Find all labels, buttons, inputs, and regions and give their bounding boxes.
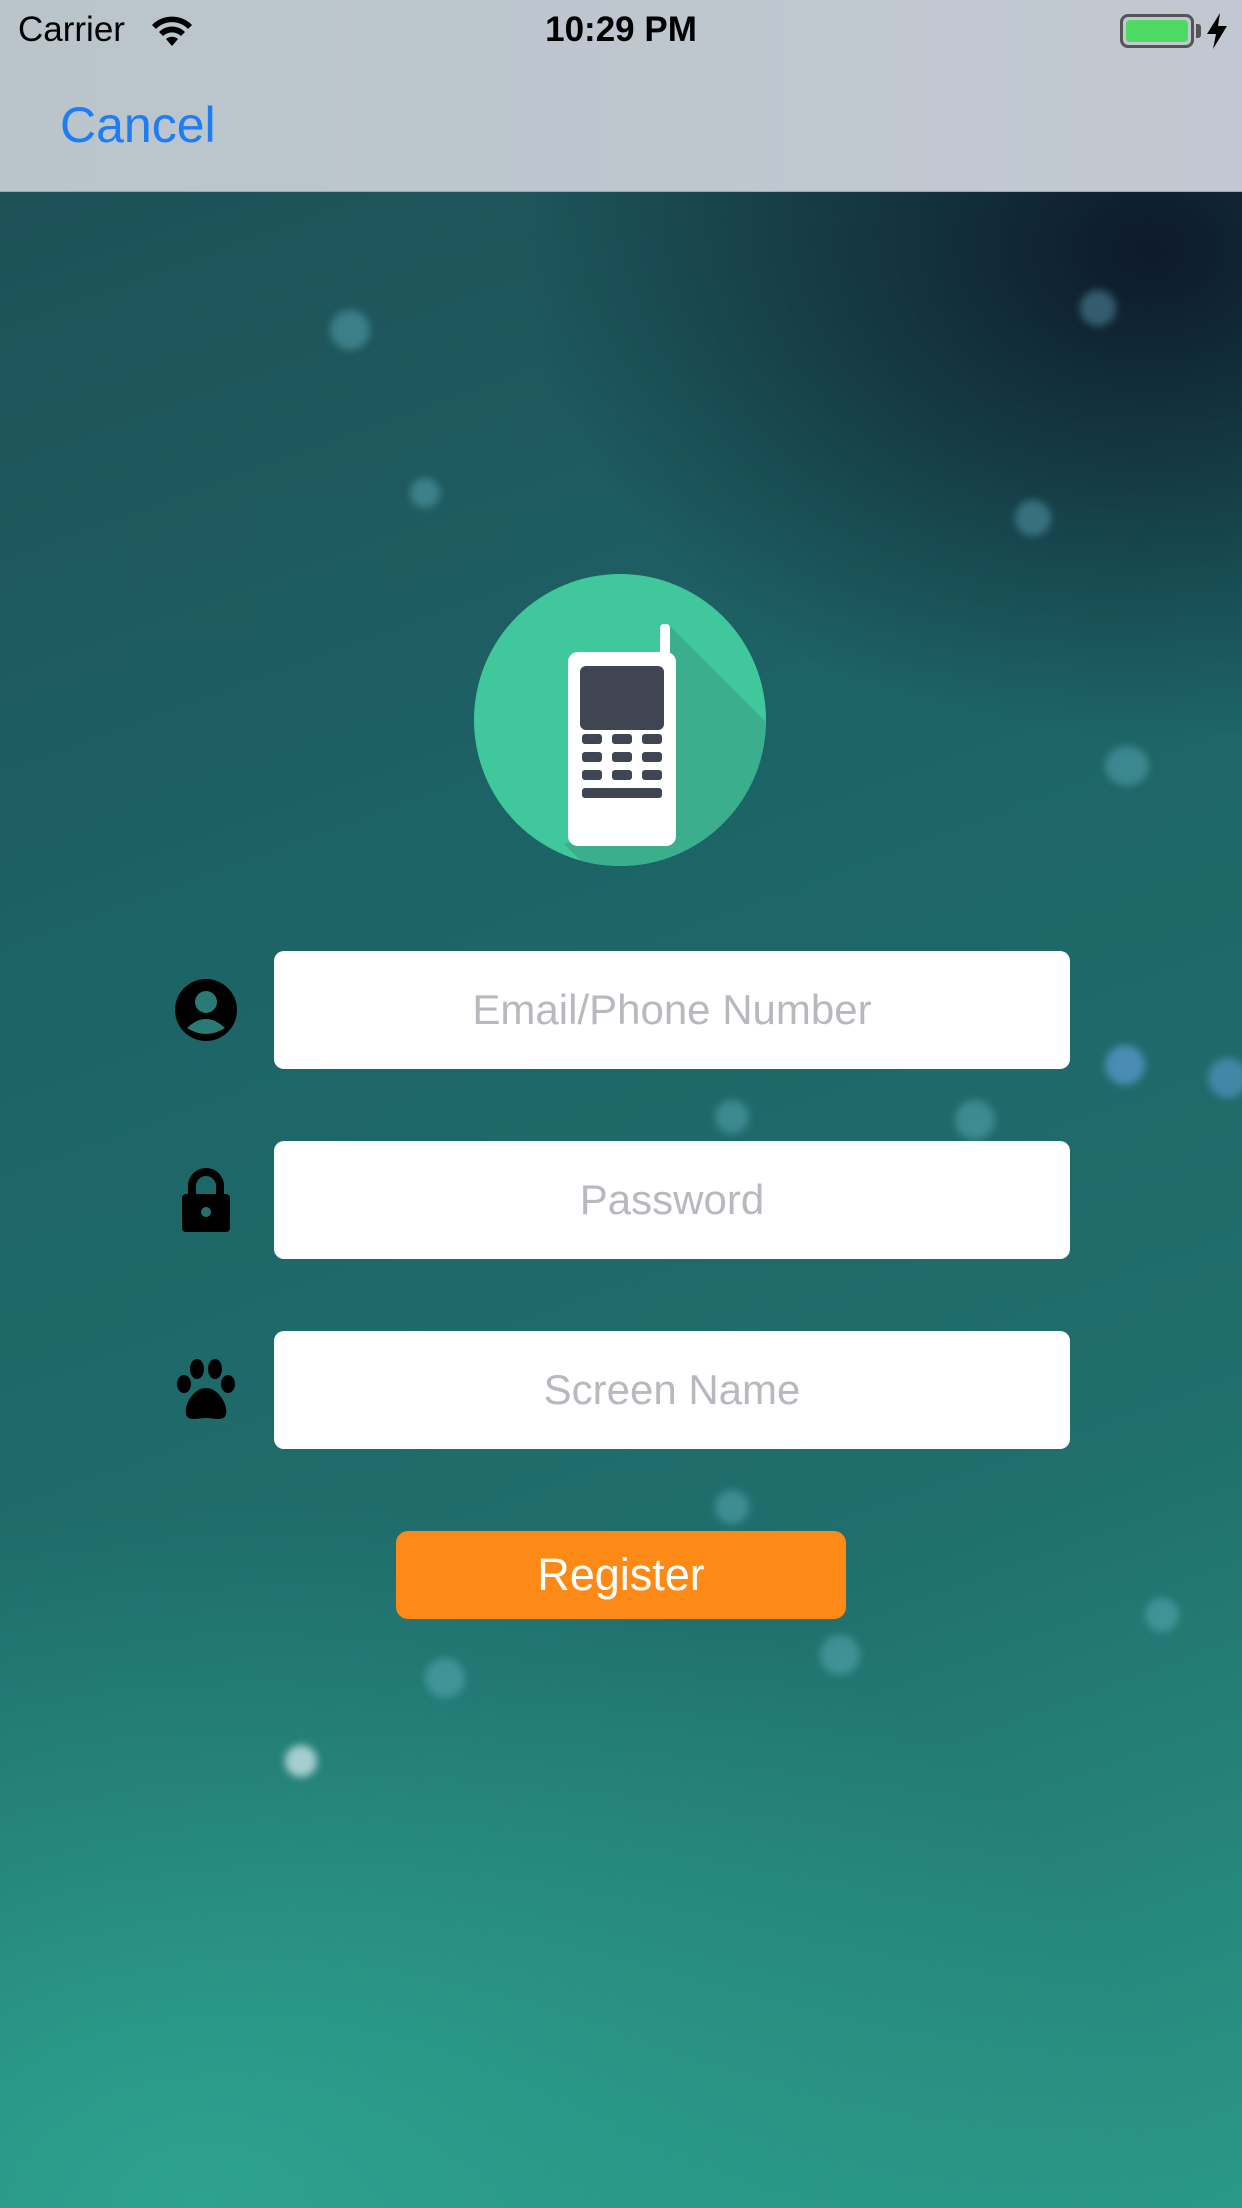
register-button[interactable]: Register [396, 1531, 846, 1619]
background-image [0, 0, 1242, 2208]
status-time: 10:29 PM [545, 10, 697, 49]
user-circle-icon [175, 979, 237, 1041]
lock-icon [182, 1168, 230, 1232]
charging-bolt-icon [1207, 13, 1227, 49]
screen-name-field[interactable] [274, 1331, 1070, 1449]
mobile-phone-icon [564, 624, 766, 866]
email-phone-field[interactable] [274, 951, 1070, 1069]
app-logo [474, 574, 766, 866]
cancel-button[interactable]: Cancel [60, 96, 216, 154]
paw-icon [177, 1359, 235, 1419]
battery-icon [1120, 14, 1194, 48]
password-field[interactable] [274, 1141, 1070, 1259]
battery-cap [1196, 24, 1201, 38]
navigation-bar: Carrier 10:29 PM Cancel [0, 0, 1242, 192]
